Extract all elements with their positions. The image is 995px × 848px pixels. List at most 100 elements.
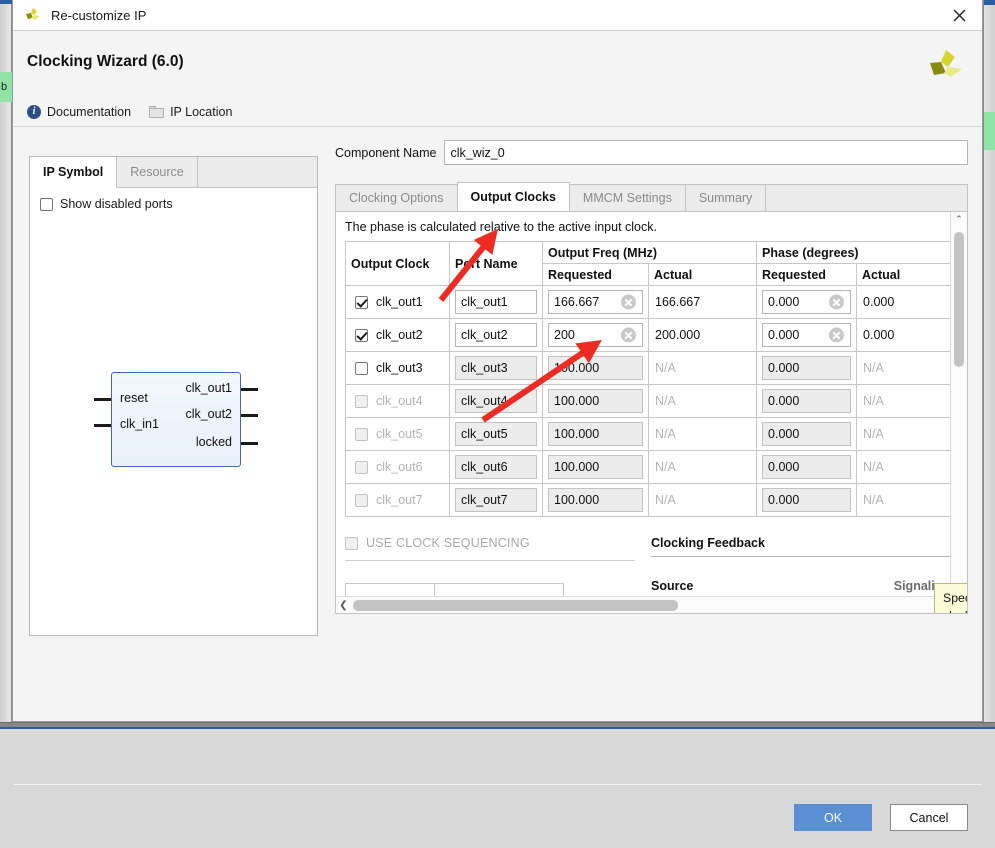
phase-requested-field-clk_out7[interactable]: 0.000 xyxy=(762,488,852,512)
close-icon[interactable] xyxy=(944,4,974,27)
output-clock-toggle-clk_out4[interactable]: clk_out4 xyxy=(346,394,449,408)
cell-phase-requested: 0.000 xyxy=(756,450,858,484)
pane-vertical-scrollbar[interactable]: ⌃ ⌄ xyxy=(950,212,967,596)
header-output-clock: Output Clock xyxy=(345,241,450,286)
horizontal-scroll-thumb[interactable] xyxy=(353,600,678,611)
cell-phase-requested: 0.000 xyxy=(756,384,858,418)
output-clock-toggle-clk_out7[interactable]: clk_out7 xyxy=(346,493,449,507)
phase-requested-field-clk_out4[interactable]: 0.000 xyxy=(762,389,852,413)
xilinx-logo-icon xyxy=(927,47,965,85)
port-name-field-clk_out1[interactable]: clk_out1 xyxy=(455,290,537,314)
recustomize-ip-dialog: Re-customize IP Clocking Wizard (6.0) i … xyxy=(12,0,983,831)
checkbox-clk_out3[interactable] xyxy=(355,361,368,375)
port-name-value: clk_out4 xyxy=(461,394,508,408)
show-disabled-ports-label: Show disabled ports xyxy=(60,197,173,211)
freq-actual-value-clk_out5: N/A xyxy=(655,427,676,441)
pane-horizontal-scrollbar[interactable]: ❮ ❯ xyxy=(336,596,950,613)
pin-clkout2-wire xyxy=(241,414,258,417)
phase-requested-field-clk_out3[interactable]: 0.000 xyxy=(762,356,852,380)
phase-requested-field-clk_out5[interactable]: 0.000 xyxy=(762,422,852,446)
cell-freq-requested: 100.000 xyxy=(542,450,649,484)
clear-icon-freq-clk_out2[interactable] xyxy=(621,327,636,343)
tab-output-clocks[interactable]: Output Clocks xyxy=(456,182,570,211)
tab-summary[interactable]: Summary xyxy=(684,184,767,211)
phase-note: The phase is calculated relative to the … xyxy=(345,220,657,234)
use-clock-sequencing-label: USE CLOCK SEQUENCING xyxy=(366,536,530,550)
documentation-link[interactable]: i Documentation xyxy=(27,104,131,119)
checkbox-clk_out5[interactable] xyxy=(355,427,368,441)
output-clock-toggle-clk_out6[interactable]: clk_out6 xyxy=(346,460,449,474)
checkbox-clk_out1[interactable] xyxy=(355,295,368,309)
scroll-left-arrow-icon[interactable]: ❮ xyxy=(336,597,351,613)
freq-requested-field-clk_out6[interactable]: 100.000 xyxy=(548,455,643,479)
output-clock-toggle-clk_out3[interactable]: clk_out3 xyxy=(346,361,449,375)
info-icon: i xyxy=(27,104,41,119)
freq-requested-field-clk_out2[interactable]: 200 xyxy=(548,323,643,347)
scroll-up-arrow-icon[interactable]: ⌃ xyxy=(951,212,967,227)
xilinx-logo-small-icon xyxy=(24,6,42,24)
minitable-cell-1 xyxy=(345,583,435,596)
vertical-scroll-thumb[interactable] xyxy=(954,232,964,367)
cell-phase-actual: 0.000 xyxy=(856,318,950,352)
freq-requested-field-clk_out4[interactable]: 100.000 xyxy=(548,389,643,413)
output-clock-toggle-clk_out1[interactable]: clk_out1 xyxy=(346,295,449,309)
folder-icon xyxy=(149,105,165,118)
cancel-button[interactable]: Cancel xyxy=(890,804,968,831)
phase-actual-value-clk_out2: 0.000 xyxy=(863,328,895,342)
freq-requested-field-clk_out7[interactable]: 100.000 xyxy=(548,488,643,512)
port-name-field-clk_out6[interactable]: clk_out6 xyxy=(455,455,537,479)
phase-requested-field-clk_out1[interactable]: 0.000 xyxy=(762,290,852,314)
phase-requested-field-clk_out2[interactable]: 0.000 xyxy=(762,323,852,347)
cell-phase-actual: 0.000 xyxy=(856,285,950,319)
show-disabled-ports-checkbox[interactable] xyxy=(40,197,53,211)
show-disabled-ports-row[interactable]: Show disabled ports xyxy=(30,188,317,211)
clear-icon-freq-clk_out1[interactable] xyxy=(621,294,636,310)
use-clock-sequencing-row[interactable]: USE CLOCK SEQUENCING xyxy=(345,536,635,550)
phase-requested-field-clk_out6[interactable]: 0.000 xyxy=(762,455,852,479)
port-name-field-clk_out3[interactable]: clk_out3 xyxy=(455,356,537,380)
cell-freq-requested: 166.667 xyxy=(542,285,649,319)
output-clock-toggle-clk_out5[interactable]: clk_out5 xyxy=(346,427,449,441)
pin-clkin1-wire xyxy=(94,424,111,427)
clear-icon-phase-clk_out1[interactable] xyxy=(829,294,845,310)
tab-ip-symbol[interactable]: IP Symbol xyxy=(30,157,118,188)
cell-phase-actual: N/A xyxy=(856,450,950,484)
port-name-field-clk_out2[interactable]: clk_out2 xyxy=(455,323,537,347)
freq-requested-field-clk_out1[interactable]: 166.667 xyxy=(548,290,643,314)
checkbox-clk_out6[interactable] xyxy=(355,460,368,474)
port-label-clk-in1: clk_in1 xyxy=(120,417,159,431)
port-name-field-clk_out4[interactable]: clk_out4 xyxy=(455,389,537,413)
cell-port-name: clk_out1 xyxy=(449,285,543,319)
tab-clocking-options[interactable]: Clocking Options xyxy=(335,184,458,211)
cell-freq-actual: N/A xyxy=(647,483,758,517)
label-clk_out1: clk_out1 xyxy=(376,295,423,309)
ip-symbol-diagram: reset clk_in1 clk_out1 clk_out2 locked xyxy=(94,372,258,467)
output-clock-toggle-clk_out2[interactable]: clk_out2 xyxy=(346,328,449,342)
checkbox-clk_out2[interactable] xyxy=(355,328,368,342)
tab-mmcm-settings[interactable]: MMCM Settings xyxy=(568,184,686,211)
header-phase-actual: Actual xyxy=(856,263,950,286)
freq-requested-field-clk_out3[interactable]: 100.000 xyxy=(548,356,643,380)
port-label-locked: locked xyxy=(195,435,232,449)
output-clocks-pane: The phase is calculated relative to the … xyxy=(335,211,968,614)
background-highlighted-row: b xyxy=(0,72,12,102)
tab-resource[interactable]: Resource xyxy=(117,157,198,188)
clock-sequencing-minitable xyxy=(345,583,635,596)
port-name-field-clk_out5[interactable]: clk_out5 xyxy=(455,422,537,446)
ip-symbol-panel: IP Symbol Resource Show disabled ports r… xyxy=(29,156,318,636)
clear-icon-phase-clk_out2[interactable] xyxy=(829,327,845,343)
ok-button[interactable]: OK xyxy=(794,804,872,831)
freq-requested-field-clk_out5[interactable]: 100.000 xyxy=(548,422,643,446)
freq-requested-value: 200 xyxy=(554,328,575,342)
checkbox-clk_out7[interactable] xyxy=(355,493,368,507)
port-name-field-clk_out7[interactable]: clk_out7 xyxy=(455,488,537,512)
checkbox-clk_out4[interactable] xyxy=(355,394,368,408)
port-name-value: clk_out7 xyxy=(461,493,508,507)
main-content-panel: Component Name Clocking Options Output C… xyxy=(335,140,968,780)
cell-output-clock: clk_out4 xyxy=(345,384,450,418)
port-name-value: clk_out2 xyxy=(461,328,508,342)
ip-location-link[interactable]: IP Location xyxy=(149,105,232,119)
header-phase-requested: Requested xyxy=(756,263,858,286)
use-clock-sequencing-checkbox[interactable] xyxy=(345,536,358,550)
component-name-input[interactable] xyxy=(444,140,968,165)
